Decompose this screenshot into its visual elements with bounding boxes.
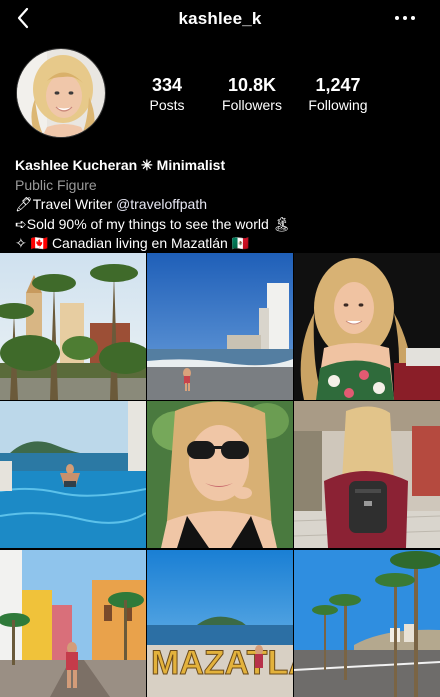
- post-tile-beach-skyline[interactable]: [147, 253, 293, 400]
- posts-count: 334: [151, 75, 183, 95]
- post-tile-portrait-floral[interactable]: [294, 253, 440, 400]
- profile-username: kashlee_k: [178, 9, 262, 28]
- posts-grid: MAZATLA: [0, 253, 440, 697]
- more-horizontal-icon: [395, 16, 415, 20]
- bio-line-writer-text: 🖊Travel Writer: [15, 196, 117, 212]
- mazatlan-sign-letters: MAZATLA: [151, 644, 293, 682]
- post-tile-colorful-street[interactable]: [0, 550, 146, 697]
- bio-line-location: ✧ 🇨🇦 Canadian living en Mazatlán 🇲🇽: [15, 235, 250, 251]
- stat-following[interactable]: 1,247 Following: [293, 75, 383, 114]
- post-tile-town-palms[interactable]: [0, 253, 146, 400]
- more-options-button[interactable]: [394, 10, 416, 26]
- post-tile-palm-avenue[interactable]: [294, 550, 440, 697]
- profile-stats: 334 Posts 10.8K Followers 1,247 Followin…: [0, 75, 440, 115]
- bio-mention-link[interactable]: @traveloffpath: [116, 196, 207, 212]
- followers-count: 10.8K: [227, 75, 277, 95]
- profile-full-name: Kashlee Kucheran ✳ Minimalist: [15, 157, 226, 173]
- followers-label: Followers: [222, 97, 282, 113]
- stat-posts[interactable]: 334 Posts: [122, 75, 212, 114]
- following-count: 1,247: [315, 75, 361, 95]
- profile-category: Public Figure: [15, 176, 97, 193]
- posts-label: Posts: [149, 97, 185, 113]
- following-label: Following: [308, 97, 368, 113]
- bio-line-writer: 🖊Travel Writer @traveloffpath: [15, 195, 430, 215]
- post-tile-sunglasses-selfie[interactable]: [147, 401, 293, 548]
- stat-followers[interactable]: 10.8K Followers: [207, 75, 297, 114]
- post-tile-mazatlan-letters[interactable]: MAZATLA: [147, 550, 293, 697]
- post-tile-infinity-pool[interactable]: [0, 401, 146, 548]
- profile-bio: Kashlee Kucheran ✳ Minimalist Public Fig…: [15, 156, 430, 254]
- top-bar: kashlee_k: [0, 0, 440, 40]
- post-tile-mall-backpack[interactable]: [294, 401, 440, 548]
- bio-line-minimalism: ➪Sold 90% of my things to see the world …: [15, 215, 291, 232]
